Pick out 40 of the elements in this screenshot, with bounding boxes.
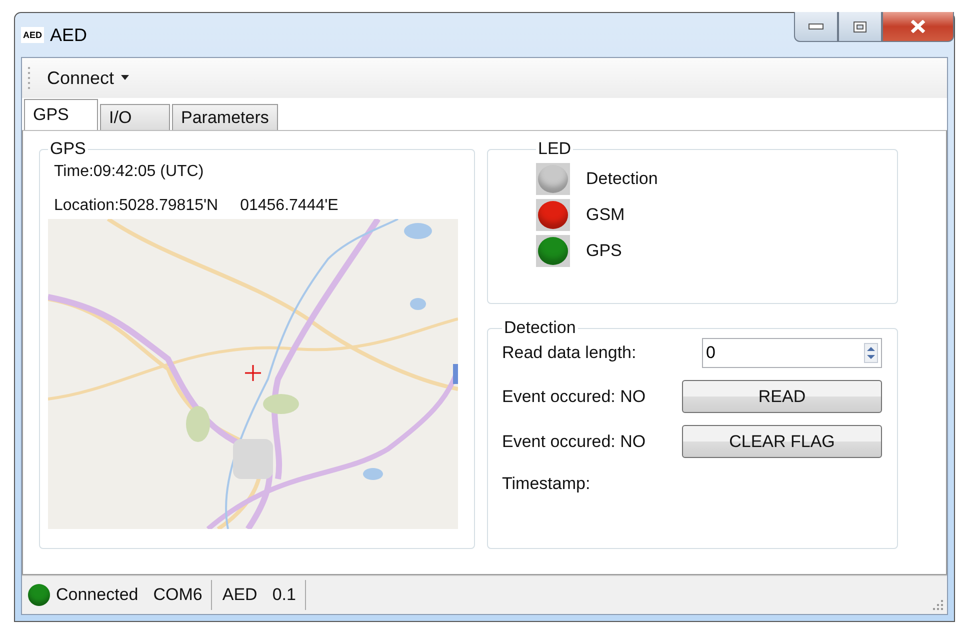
led-indicator	[536, 199, 570, 231]
tab[interactable]: GPS	[24, 99, 98, 130]
close-icon	[910, 20, 926, 33]
event-status: Event occured: NO	[502, 386, 646, 406]
longitude-label: 01456.7444'E	[240, 197, 338, 215]
field-label: Read data length:	[502, 343, 636, 363]
number-field[interactable]: 0	[702, 338, 882, 368]
crosshair-icon	[245, 365, 261, 381]
group-title: LED	[537, 139, 572, 159]
led-label: GSM	[586, 205, 625, 225]
event-status: Event occured: NO	[502, 432, 646, 452]
status-text: Connected	[56, 585, 138, 605]
group-title: GPS	[49, 139, 87, 159]
status-text: COM6	[153, 585, 202, 605]
spin-arrows-icon[interactable]	[864, 343, 878, 363]
timestamp-label: Timestamp:	[502, 474, 592, 494]
time-label: Time:09:42:05 (UTC)	[54, 163, 205, 181]
grip-icon	[27, 67, 31, 89]
status-text: 0.1	[272, 585, 296, 605]
tab[interactable]: Parameters	[172, 104, 278, 130]
action-button[interactable]: READ	[682, 380, 882, 413]
tab[interactable]: I/O	[100, 104, 170, 130]
led-indicator	[536, 235, 570, 267]
maximize-button[interactable]	[838, 12, 882, 42]
status-text: AED	[222, 585, 258, 605]
window-title: AED	[50, 24, 88, 46]
group-title: Detection	[503, 318, 577, 338]
minimize-button[interactable]	[794, 12, 838, 42]
close-button[interactable]	[882, 12, 954, 42]
led-label: GPS	[586, 241, 622, 261]
latitude-label: Location:5028.79815'N	[54, 197, 218, 215]
minimize-icon	[808, 22, 824, 30]
led-indicator	[536, 163, 570, 195]
led-label: Detection	[586, 169, 658, 189]
menu-item[interactable]: Connect	[43, 66, 134, 90]
caret-icon	[121, 75, 130, 81]
app-icon: AED	[21, 27, 44, 43]
resize-grip-icon[interactable]	[931, 598, 943, 610]
maximize-icon	[853, 20, 867, 32]
action-button[interactable]: CLEAR FLAG	[682, 425, 882, 458]
